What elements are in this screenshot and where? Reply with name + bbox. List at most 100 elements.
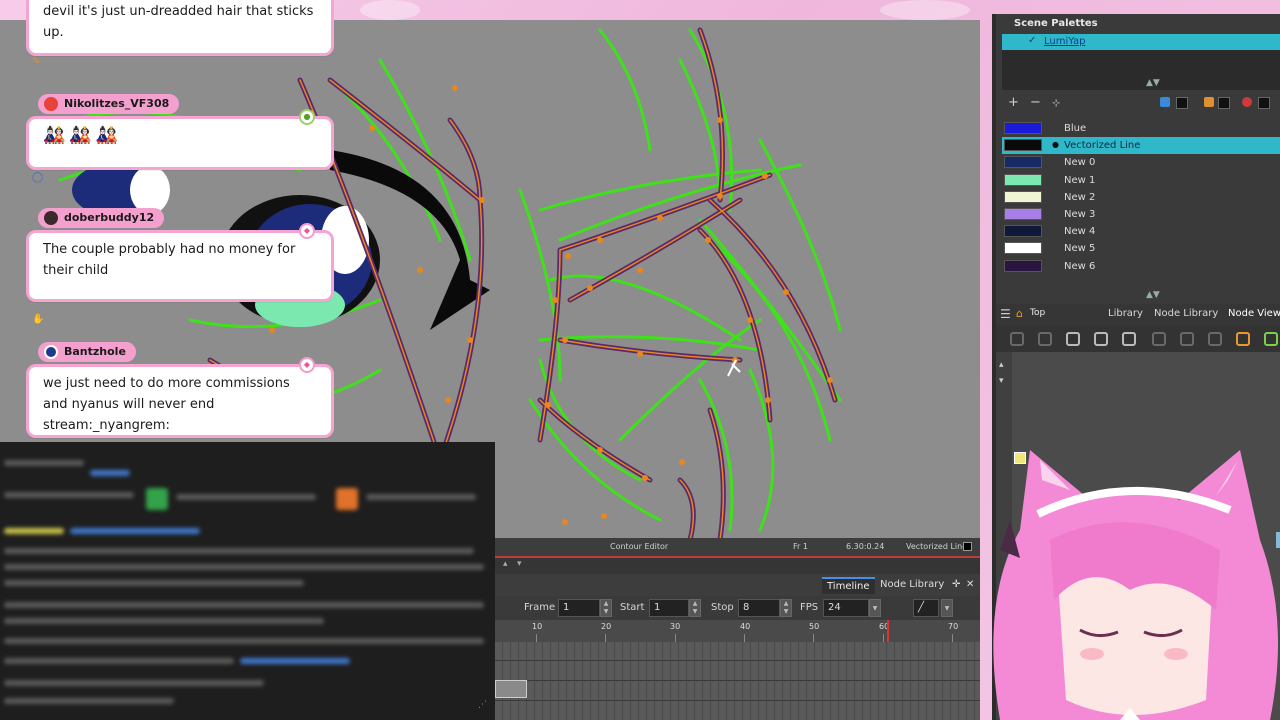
color-item-selected[interactable]: ● Vectorized Line [1002,137,1280,155]
color-item[interactable]: New 3 [1002,206,1280,223]
ruler-tick [605,634,606,642]
home-icon[interactable]: ⌂ [1016,307,1023,320]
splitter-arrows-icon[interactable]: ▲▼ [1146,290,1160,300]
username-text: Nikolitzes_VF308 [64,97,170,110]
color-swatch [1004,207,1042,220]
node-tool-icon[interactable] [1094,332,1108,346]
stop-field[interactable]: 8 [738,599,780,617]
color-swatch [1004,173,1042,186]
panel-title: Scene Palettes [1014,18,1098,29]
playhead[interactable] [887,620,889,642]
blurred-button [336,488,358,510]
fps-label: FPS [800,602,819,613]
ruler-tick [536,634,537,642]
brush-icon[interactable] [1204,97,1214,107]
chat-username: Bantzhole [38,342,136,362]
chevron-down-icon[interactable]: ▼ [941,599,953,617]
node-tool-icon[interactable] [1236,332,1250,346]
close-icon[interactable]: ✕ [961,577,979,592]
collapse-down-icon[interactable]: ▾ [517,559,522,569]
start-field[interactable]: 1 [649,599,689,617]
palette-options-icon[interactable]: ⊹ [1052,98,1060,109]
blurred-text [4,638,484,644]
interpolation-select[interactable]: ╱ [913,599,939,617]
node-tool-icon[interactable] [1010,332,1024,346]
node-toolbar [996,326,1280,352]
flower-decoration [360,0,420,20]
frame-ruler[interactable]: 10 20 30 40 50 60 70 [495,620,980,642]
color-swatch [1004,259,1042,272]
start-label: Start [620,602,645,613]
blurred-text [4,602,484,608]
node-tool-icon[interactable] [1264,332,1278,346]
arrow-up-icon[interactable]: ▴ [999,360,1004,370]
color-item[interactable]: New 0 [1002,154,1280,171]
status-tool: Contour Editor [610,542,669,551]
node-tool-icon[interactable] [1208,332,1222,346]
node-tool-icon[interactable] [1152,332,1166,346]
remove-color-icon[interactable]: − [1030,95,1041,110]
ruler-label: 30 [670,622,681,631]
color-item[interactable]: New 4 [1002,223,1280,240]
color-item[interactable]: New 2 [1002,189,1280,206]
user-badge-icon [44,345,58,359]
node-tool-icon[interactable] [1066,332,1080,346]
breadcrumb-top[interactable]: Top [1030,308,1045,318]
stop-stepper[interactable]: ▲ ▼ [780,599,792,617]
color-item[interactable]: New 1 [1002,172,1280,189]
paint-color-swatch[interactable] [1258,97,1270,109]
node-tool-icon[interactable] [1038,332,1052,346]
emote-girl-icon: 🎎 [43,125,66,146]
blurred-text [4,658,234,664]
exposure-cells[interactable] [495,642,980,720]
palette-list-empty [1002,50,1280,90]
blurred-text [240,658,350,664]
stroke-color-swatch[interactable] [1176,97,1188,109]
node-tool-icon[interactable] [1180,332,1194,346]
current-indicator-icon: ● [1052,140,1059,150]
color-name: Vectorized Line [1064,140,1141,152]
color-item[interactable]: New 5 [1002,240,1280,257]
fill-color-swatch[interactable] [1218,97,1230,109]
stop-label: Stop [711,602,734,613]
tab-timeline[interactable]: Timeline [822,577,875,594]
color-swatch [1004,190,1042,203]
frame-cell[interactable] [495,680,527,698]
ruler-label: 20 [601,622,612,631]
paint-icon[interactable] [1242,97,1252,107]
blurred-text [70,528,200,534]
tab-node-library[interactable]: Node Library [875,577,949,592]
blurred-text [4,680,264,686]
status-frame: Fr 1 [793,542,808,551]
avatar-illustration [993,450,1278,720]
color-item[interactable]: Blue [1002,120,1280,137]
arrow-down-icon[interactable]: ▾ [999,376,1004,386]
fps-select[interactable]: 24 [823,599,869,617]
color-item[interactable]: New 6 [1002,258,1280,275]
color-swatch [1004,122,1042,134]
frame-field[interactable]: 1 [558,599,600,617]
twitch-badge-icon: ◆ [299,223,315,239]
chat-message: ● 🎎 🎎 🎎 [26,109,334,170]
chevron-down-icon[interactable]: ▼ [869,599,881,617]
add-color-icon[interactable]: + [1008,95,1019,110]
color-swatch [1004,242,1042,255]
tab-library[interactable]: Library [1108,308,1143,319]
frame-stepper[interactable]: ▲ ▼ [600,599,612,617]
node-tool-icon[interactable] [1122,332,1136,346]
tab-node-library[interactable]: Node Library [1154,308,1218,319]
color-swatch [1004,225,1042,238]
palette-list-item[interactable]: ✓ LumiYap [1002,34,1280,50]
emote-girl-icon: 🎎 [69,125,92,146]
menu-icon[interactable]: ☰ [1000,307,1011,321]
tab-node-view[interactable]: Node View [1228,308,1280,319]
status-coords: 6.30:0.24 [846,542,885,551]
timeline-tab-bar: Timeline Node Library ✛ ✕ [495,574,980,594]
eyedropper-icon[interactable] [1160,97,1170,107]
ruler-label: 10 [532,622,543,631]
color-name: New 3 [1064,208,1096,220]
row-divider [495,680,980,681]
collapse-up-icon[interactable]: ▴ [503,559,508,569]
splitter-arrows-icon[interactable]: ▲▼ [1146,78,1160,88]
start-stepper[interactable]: ▲ ▼ [689,599,701,617]
